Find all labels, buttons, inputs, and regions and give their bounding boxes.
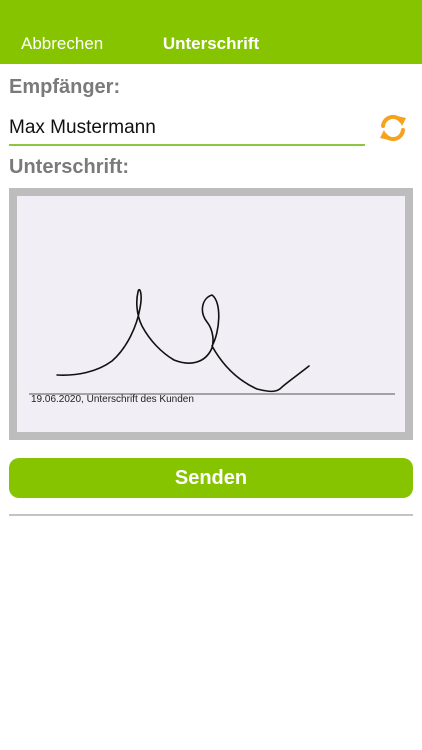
nav-bar: Abbrechen Unterschrift xyxy=(0,0,422,64)
page-title: Unterschrift xyxy=(162,34,260,53)
recipient-label: Empfänger: xyxy=(9,76,121,98)
refresh-icon xyxy=(380,114,406,142)
signature-label: Unterschrift: xyxy=(9,156,130,178)
divider xyxy=(9,514,413,516)
send-button[interactable]: Senden xyxy=(9,458,413,498)
recipient-field[interactable]: Max Mustermann xyxy=(9,112,365,146)
recipient-value: Max Mustermann xyxy=(9,117,156,138)
signature-caption: 19.06.2020, Unterschrift des Kunden xyxy=(31,394,194,405)
refresh-button[interactable] xyxy=(377,112,409,144)
